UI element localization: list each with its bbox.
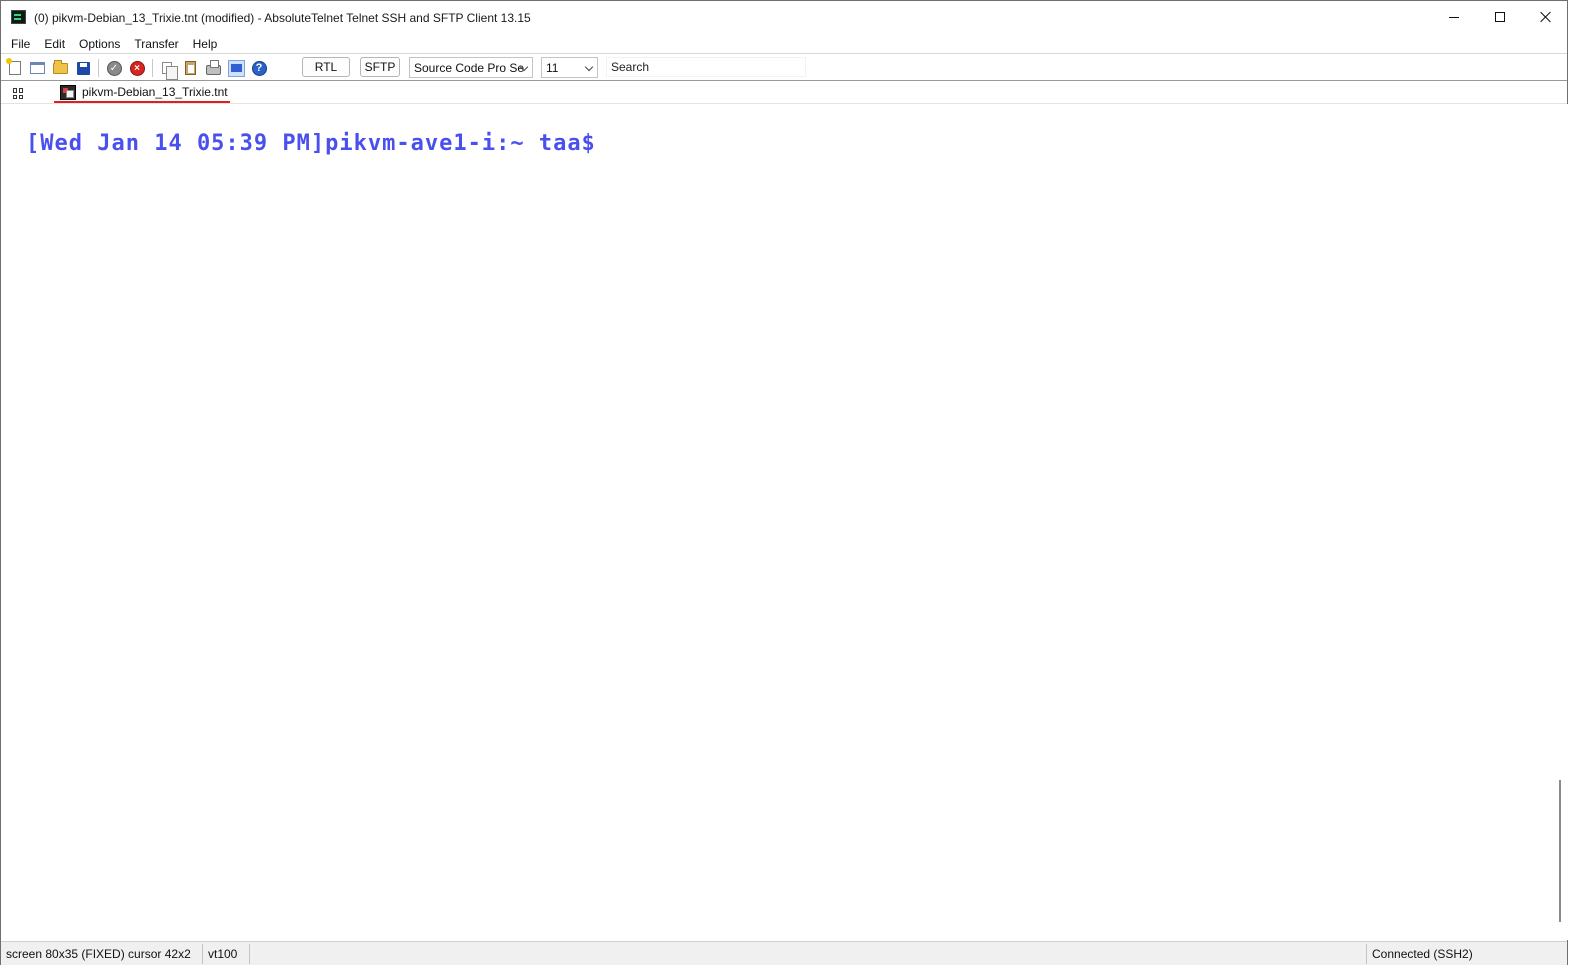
terminal-view-icon (227, 59, 245, 77)
new-window-button[interactable] (28, 59, 46, 77)
toolbar-separator (98, 59, 99, 77)
disconnect-button[interactable]: × (128, 59, 146, 77)
font-name-select[interactable]: Source Code Pro Se (409, 57, 533, 78)
menu-options[interactable]: Options (72, 37, 127, 51)
new-file-icon (6, 58, 21, 75)
close-button[interactable] (1523, 1, 1569, 33)
sftp-button[interactable]: SFTP (360, 57, 400, 77)
copy-icon (162, 62, 178, 80)
connection-status: Connected (SSH2) (1372, 947, 1473, 961)
print-button[interactable] (204, 59, 222, 77)
app-window: (0) pikvm-Debian_13_Trixie.tnt (modified… (0, 0, 1568, 965)
paste-button[interactable] (181, 59, 199, 77)
tab-overview-grid-icon[interactable] (13, 88, 24, 99)
tab-session[interactable]: pikvm-Debian_13_Trixie.tnt (54, 83, 230, 103)
save-button[interactable] (74, 59, 92, 77)
paste-icon (184, 61, 196, 75)
help-button[interactable]: ? (250, 59, 268, 77)
open-folder-icon (52, 59, 68, 74)
terminal-view-button[interactable] (227, 59, 245, 77)
title-bar[interactable]: (0) pikvm-Debian_13_Trixie.tnt (modified… (1, 1, 1567, 33)
menu-edit[interactable]: Edit (37, 37, 72, 51)
chevron-down-icon (584, 62, 594, 72)
help-icon: ? (251, 60, 267, 76)
scrollbar-thumb[interactable] (1559, 780, 1561, 922)
close-icon (1540, 11, 1552, 23)
terminal-prompt-line: [Wed Jan 14 05:39 PM]pikvm-ave1-i:~ taa$ (26, 131, 596, 156)
session-file-icon (60, 84, 76, 100)
status-divider (1366, 944, 1367, 964)
menu-transfer[interactable]: Transfer (127, 37, 185, 51)
tab-label: pikvm-Debian_13_Trixie.tnt (82, 85, 228, 99)
tab-bar: pikvm-Debian_13_Trixie.tnt (1, 82, 1567, 104)
connect-check-icon: ✓ (106, 60, 122, 76)
print-icon (205, 60, 221, 75)
window-title: (0) pikvm-Debian_13_Trixie.tnt (modified… (34, 11, 531, 25)
vertical-scrollbar[interactable] (1555, 104, 1568, 940)
disconnect-icon: × (129, 60, 145, 76)
status-divider (249, 944, 250, 964)
new-window-icon (29, 62, 45, 74)
toolbar: ✓ × ? RTL SFTP Source Code Pro Se 11 Sea… (1, 55, 1567, 81)
search-input[interactable]: Search (606, 57, 806, 77)
status-bar: screen 80x35 (FIXED) cursor 42x2 vt100 C… (1, 941, 1567, 965)
minimize-button[interactable] (1431, 1, 1477, 33)
screen-info-status: screen 80x35 (FIXED) cursor 42x2 (6, 947, 191, 961)
menu-file[interactable]: File (4, 37, 37, 51)
font-size-value: 11 (546, 60, 559, 75)
font-size-select[interactable]: 11 (541, 57, 598, 78)
emulation-status: vt100 (208, 947, 238, 961)
open-button[interactable] (51, 59, 69, 77)
font-name-value: Source Code Pro Se (414, 60, 525, 75)
maximize-icon (1495, 12, 1505, 22)
minimize-icon (1449, 16, 1459, 18)
connect-button[interactable]: ✓ (105, 59, 123, 77)
rtl-button[interactable]: RTL (302, 57, 350, 77)
menu-help[interactable]: Help (186, 37, 225, 51)
copy-button[interactable] (158, 59, 178, 80)
maximize-button[interactable] (1477, 1, 1523, 33)
app-terminal-icon[interactable] (11, 10, 26, 24)
new-file-button[interactable] (6, 58, 24, 77)
save-icon (76, 61, 90, 75)
terminal-screen[interactable]: [Wed Jan 14 05:39 PM]pikvm-ave1-i:~ taa$ (1, 104, 1555, 940)
status-divider (202, 944, 203, 964)
menu-bar: File Edit Options Transfer Help (1, 34, 1567, 54)
toolbar-separator (152, 59, 153, 77)
